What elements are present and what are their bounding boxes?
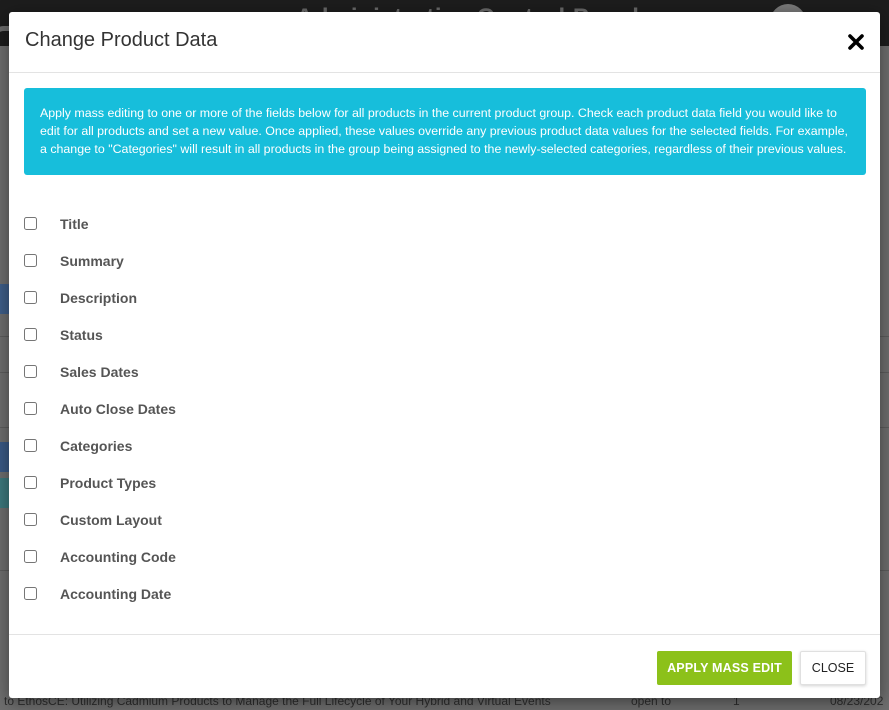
close-x-icon[interactable]	[845, 31, 867, 53]
field-label[interactable]: Summary	[60, 253, 124, 269]
field-row: Status	[24, 326, 424, 346]
field-checkbox[interactable]	[24, 476, 37, 489]
field-row: Summary	[24, 252, 424, 272]
close-button[interactable]: CLOSE	[800, 651, 866, 685]
field-label[interactable]: Categories	[60, 438, 132, 454]
field-label[interactable]: Auto Close Dates	[60, 401, 176, 417]
field-checkbox[interactable]	[24, 254, 37, 267]
modal-title: Change Product Data	[25, 29, 218, 51]
background-left-accent	[0, 284, 9, 314]
field-checkbox[interactable]	[24, 365, 37, 378]
field-checkbox[interactable]	[24, 587, 37, 600]
field-row: Categories	[24, 437, 424, 457]
field-row: Accounting Date	[24, 585, 424, 605]
field-checkbox[interactable]	[24, 291, 37, 304]
field-checkbox[interactable]	[24, 328, 37, 341]
field-row: Accounting Code	[24, 548, 424, 568]
field-row: Auto Close Dates	[24, 400, 424, 420]
field-label[interactable]: Sales Dates	[60, 364, 139, 380]
change-product-data-modal: Change Product Data Apply mass editing t…	[9, 12, 880, 698]
apply-mass-edit-button[interactable]: APPLY MASS EDIT	[657, 651, 792, 685]
field-label[interactable]: Accounting Date	[60, 586, 171, 602]
field-checkbox[interactable]	[24, 439, 37, 452]
field-row: Title	[24, 215, 424, 235]
modal-header: Change Product Data	[9, 12, 880, 73]
background-left-accent	[0, 478, 9, 508]
field-row: Sales Dates	[24, 363, 424, 383]
field-row: Product Types	[24, 474, 424, 494]
background-left-accent	[0, 442, 9, 472]
info-message: Apply mass editing to one or more of the…	[24, 88, 866, 175]
field-label[interactable]: Accounting Code	[60, 549, 176, 565]
field-checkbox[interactable]	[24, 402, 37, 415]
field-checkbox[interactable]	[24, 217, 37, 230]
field-row: Custom Layout	[24, 511, 424, 531]
field-label[interactable]: Description	[60, 290, 137, 306]
field-checkbox[interactable]	[24, 550, 37, 563]
field-row: Description	[24, 289, 424, 309]
field-checkbox[interactable]	[24, 513, 37, 526]
field-label[interactable]: Status	[60, 327, 103, 343]
field-label[interactable]: Custom Layout	[60, 512, 162, 528]
field-label[interactable]: Title	[60, 216, 89, 232]
modal-footer: APPLY MASS EDIT CLOSE	[9, 634, 880, 699]
field-label[interactable]: Product Types	[60, 475, 156, 491]
